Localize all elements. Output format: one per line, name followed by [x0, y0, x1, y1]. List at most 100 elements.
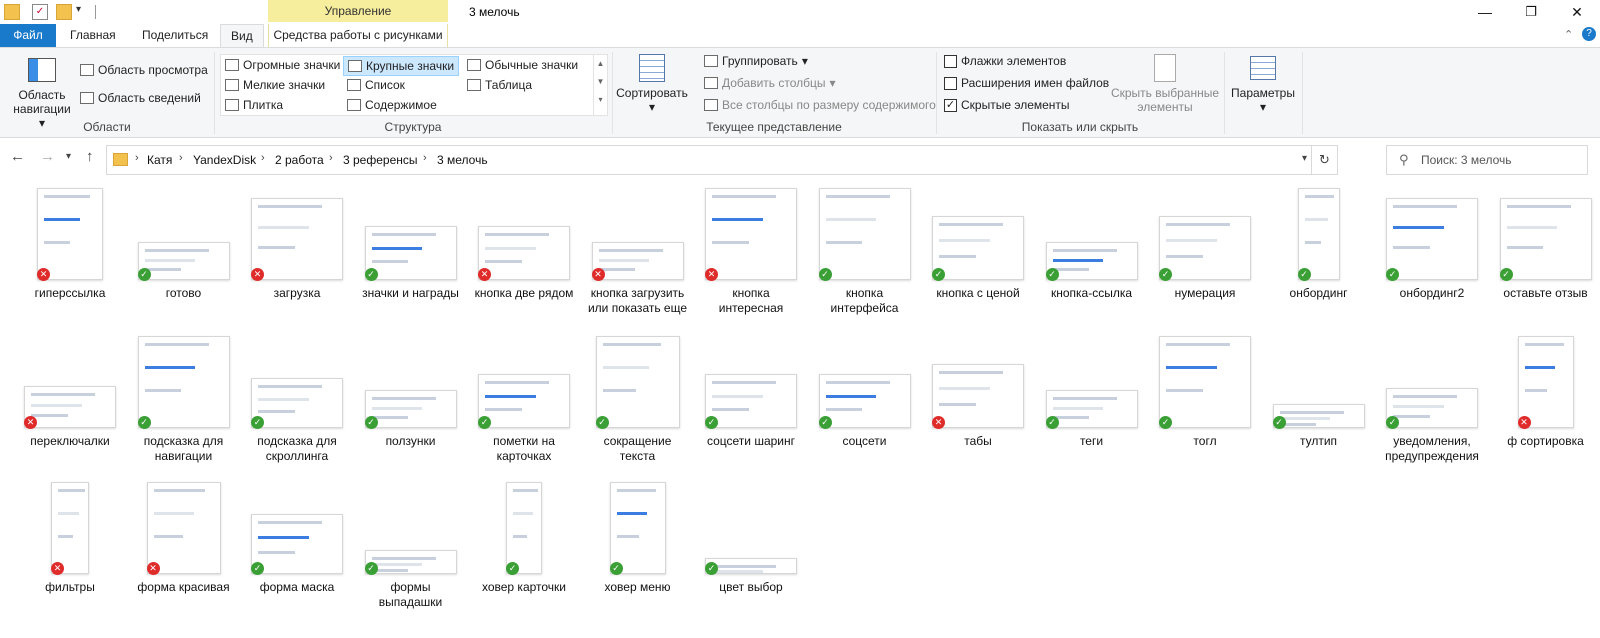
thumbnail-image — [705, 558, 797, 574]
thumbnail-content — [258, 521, 323, 524]
thumbnail-image — [932, 216, 1024, 280]
breadcrumb-separator-icon[interactable]: › — [423, 152, 427, 164]
thumbnail-image — [818, 374, 911, 428]
thumbnail-image — [1045, 390, 1138, 428]
sync-ok-icon: ✓ — [137, 268, 151, 281]
fit-columns-button[interactable]: Все столбцы по размеру содержимого — [704, 98, 936, 112]
item-checkboxes-checkbox[interactable] — [944, 54, 957, 68]
tab-share[interactable]: Поделиться — [132, 24, 218, 47]
breadcrumb-item[interactable]: 3 мелочь — [437, 153, 488, 167]
layout-small[interactable]: Мелкие значки — [225, 78, 325, 92]
thumbnail-content — [485, 246, 536, 250]
file-extensions-checkbox[interactable] — [944, 76, 957, 90]
sync-error-icon: ✕ — [591, 268, 605, 281]
group-by-icon — [704, 55, 718, 67]
group-by-button[interactable]: Группировать ▾ — [704, 54, 808, 68]
address-dropdown-icon[interactable]: ▾ — [1302, 153, 1307, 164]
hidden-items-toggle[interactable]: ✓ Скрытые элементы — [944, 98, 1070, 112]
thumbnail-content — [825, 241, 863, 244]
tab-picture-tools[interactable]: Средства работы с рисунками — [268, 24, 448, 47]
sort-button[interactable]: Сортировать ▾ — [616, 54, 688, 114]
breadcrumb-item[interactable]: YandexDisk — [193, 153, 256, 167]
file-name: табы — [964, 434, 992, 448]
tab-home[interactable]: Главная — [60, 24, 126, 47]
search-box[interactable]: ⚲ Поиск: 3 мелочь — [1386, 145, 1588, 175]
breadcrumb-item[interactable]: 2 работа — [275, 153, 324, 167]
address-bar[interactable]: › Катя › YandexDisk › 2 работа › 3 рефер… — [106, 145, 1338, 175]
layout-list[interactable]: Список — [347, 78, 405, 92]
breadcrumb-item[interactable]: Катя — [147, 153, 172, 167]
preview-pane-button[interactable]: Область просмотра — [80, 63, 208, 77]
sync-ok-icon: ✓ — [478, 416, 491, 429]
qat-separator — [95, 5, 96, 19]
sync-error-icon: ✕ — [51, 562, 64, 575]
file-extensions-toggle[interactable]: Расширения имен файлов — [944, 76, 1109, 90]
thumbnail-content — [371, 260, 409, 263]
forward-arrow-icon[interactable]: → — [40, 148, 55, 165]
thumbnail-frame — [813, 186, 917, 280]
folder-icon[interactable] — [4, 4, 20, 20]
thumbnail-frame — [245, 480, 349, 574]
sync-ok-icon: ✓ — [609, 562, 623, 575]
file-name: кнопка загрузить или показать еще — [587, 286, 688, 315]
file-name: кнопка-ссылка — [1050, 286, 1133, 300]
thumbnail-image — [932, 364, 1024, 428]
close-button[interactable]: ✕ — [1554, 0, 1600, 24]
layout-table-label: Таблица — [485, 78, 533, 92]
file-name: гиперссылка — [34, 286, 106, 300]
thumbnail-content — [258, 246, 295, 249]
tab-file[interactable]: Файл — [0, 24, 56, 47]
recent-locations-icon[interactable]: ▾ — [66, 151, 71, 162]
back-arrow-icon[interactable]: ← — [10, 148, 25, 165]
thumbnail-content — [31, 403, 82, 407]
layout-medium[interactable]: Обычные значки — [467, 58, 578, 72]
sync-ok-icon: ✓ — [506, 562, 519, 575]
hide-selected-button[interactable]: Скрыть выбранные элементы — [1110, 54, 1220, 114]
list-icon — [347, 79, 361, 91]
thumbnail-content — [712, 195, 777, 198]
maximize-button[interactable]: ❐ — [1508, 0, 1554, 24]
search-input[interactable]: Поиск: 3 мелочь — [1421, 153, 1512, 167]
thumbnail-image — [146, 482, 221, 574]
fit-columns-icon — [704, 99, 718, 111]
options-button[interactable]: Параметры ▾ — [1230, 56, 1296, 114]
help-icon[interactable]: ? — [1582, 27, 1596, 41]
medium-icons-icon — [467, 59, 481, 71]
thumbnail-content — [153, 489, 206, 492]
thumbnail-content — [1304, 195, 1334, 198]
collapse-ribbon-icon[interactable]: ⌃ — [1564, 28, 1573, 41]
layout-tiles[interactable]: Плитка — [225, 98, 283, 112]
thumbnail-frame — [1494, 186, 1598, 280]
properties-icon[interactable]: ✓ — [32, 4, 48, 20]
breadcrumb-separator-icon[interactable]: › — [179, 152, 183, 164]
details-pane-button[interactable]: Область сведений — [80, 91, 201, 105]
layout-content[interactable]: Содержимое — [347, 98, 437, 112]
item-checkboxes-toggle[interactable]: Флажки элементов — [944, 54, 1066, 68]
tab-view[interactable]: Вид — [220, 24, 264, 48]
file-name: оставьте отзыв — [1503, 286, 1588, 300]
thumbnail-frame — [813, 334, 917, 428]
thumbnail-content — [1166, 223, 1231, 226]
up-arrow-icon[interactable]: ↑ — [86, 148, 94, 165]
refresh-icon[interactable]: ↻ — [1311, 146, 1337, 174]
layout-table[interactable]: Таблица — [467, 78, 532, 92]
layout-large[interactable]: Крупные значки — [343, 56, 460, 76]
thumbnail-content — [513, 512, 533, 515]
customize-qat-icon[interactable]: ▾ — [76, 4, 92, 20]
thumbnail-content — [602, 389, 637, 392]
layout-extra-large[interactable]: Огромные значки — [225, 58, 340, 72]
gallery-scroll[interactable]: ▲ ▼ ▾ — [593, 55, 607, 115]
minimize-button[interactable]: — — [1462, 0, 1508, 24]
file-name: кнопка две рядом — [474, 286, 574, 300]
title-bar: ✓ ▾ Управление 3 мелочь — ❐ ✕ — [0, 0, 1600, 24]
thumbnail-frame — [1380, 186, 1484, 280]
hidden-items-checkbox[interactable]: ✓ — [944, 98, 957, 112]
add-columns-button[interactable]: Добавить столбцы ▾ — [704, 76, 836, 90]
new-folder-icon[interactable] — [56, 4, 72, 20]
breadcrumb-item[interactable]: 3 референсы — [343, 153, 418, 167]
nav-pane-icon — [28, 58, 56, 82]
ribbon-tabs: Файл Главная Поделиться Вид Средства раб… — [0, 24, 1600, 48]
group-label-panes: Области — [83, 120, 131, 134]
breadcrumb-separator-icon[interactable]: › — [329, 152, 333, 164]
breadcrumb-separator-icon[interactable]: › — [261, 152, 265, 164]
